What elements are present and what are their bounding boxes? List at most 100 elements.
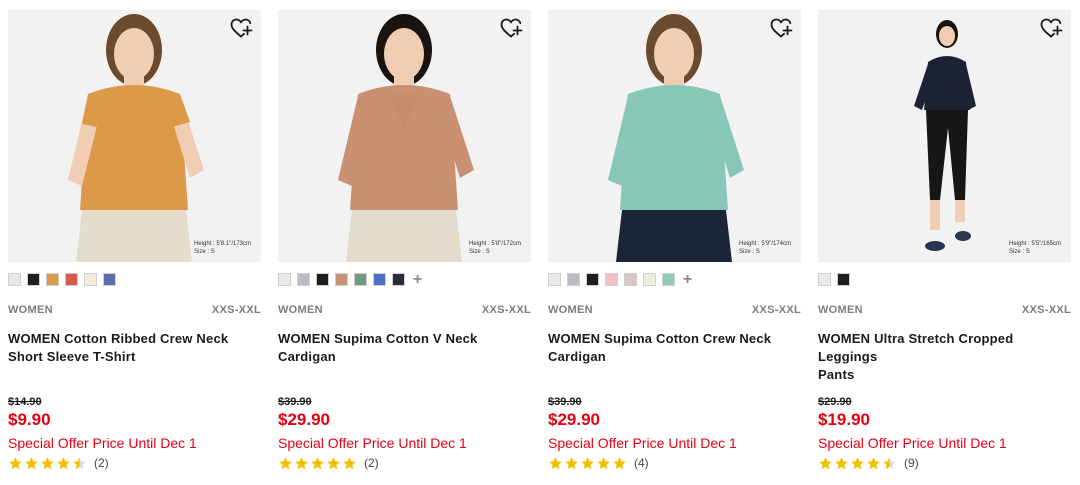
promo-text: Special Offer Price Until Dec 1 (278, 435, 467, 451)
heart-plus-icon (770, 18, 793, 38)
sale-price: $29.90 (548, 410, 600, 429)
star-icon (819, 456, 832, 469)
product-title-line2[interactable]: Cardigan (278, 348, 531, 366)
color-swatch[interactable] (46, 272, 59, 286)
favorite-button[interactable] (229, 16, 253, 40)
product-card-4[interactable]: Height : 5'5"/165cm Size : S WOMEN XXS-X… (818, 10, 1071, 480)
heart-plus-icon (230, 18, 253, 38)
color-swatch[interactable] (278, 272, 291, 286)
product-image[interactable]: Height : 5'5"/165cm Size : S (818, 10, 1071, 262)
color-swatch[interactable] (373, 272, 386, 286)
color-swatch[interactable] (837, 272, 850, 286)
star-icon (25, 456, 38, 469)
star-icon (867, 456, 880, 469)
rating-stars (548, 456, 628, 471)
product-grid: Height : 5'8.1"/173cm Size : S WOMEN XXS… (8, 10, 1072, 480)
product-title-line1[interactable]: WOMEN Supima Cotton Crew Neck (548, 330, 801, 348)
review-count[interactable]: (2) (94, 456, 109, 470)
star-icon (279, 456, 292, 469)
product-title[interactable]: WOMEN Cotton Ribbed Crew Neck Short Slee… (8, 330, 261, 366)
favorite-button[interactable] (1039, 16, 1063, 40)
product-title-line1[interactable]: WOMEN Cotton Ribbed Crew Neck (8, 330, 261, 348)
model-height: Height : 5'8"/172cm (469, 241, 521, 247)
product-card-1[interactable]: Height : 5'8.1"/173cm Size : S WOMEN XXS… (8, 10, 261, 480)
product-title[interactable]: WOMEN Ultra Stretch Cropped Leggings Pan… (818, 330, 1071, 384)
review-count[interactable]: (2) (364, 456, 379, 470)
sale-price: $29.90 (278, 410, 330, 429)
model-height: Height : 5'8.1"/173cm (194, 241, 251, 247)
color-swatch[interactable] (297, 272, 310, 286)
review-count[interactable]: (4) (634, 456, 649, 470)
color-swatch[interactable] (65, 272, 78, 286)
product-title-line2[interactable]: Short Sleeve T-Shirt (8, 348, 261, 366)
color-swatch[interactable] (8, 272, 21, 286)
star-icon (57, 456, 70, 469)
product-title[interactable]: WOMEN Supima Cotton Crew Neck Cardigan (548, 330, 801, 366)
model-info: Height : 5'5"/165cm Size : S (1009, 240, 1061, 256)
original-price: $39.90 (278, 396, 312, 408)
size-range: XXS-XXL (1021, 304, 1071, 316)
favorite-button[interactable] (769, 16, 793, 40)
rating[interactable]: (4) (548, 455, 649, 471)
star-icon (343, 456, 356, 469)
model-info: Height : 5'9"/174cm Size : S (739, 240, 791, 256)
star-icon (549, 456, 562, 469)
model-info: Height : 5'8.1"/173cm Size : S (194, 240, 251, 256)
color-swatches (818, 272, 856, 286)
product-title-line1[interactable]: WOMEN Supima Cotton V Neck (278, 330, 531, 348)
star-icon (327, 456, 340, 469)
star-icon (597, 456, 610, 469)
product-title[interactable]: WOMEN Supima Cotton V Neck Cardigan (278, 330, 531, 366)
star-icon (613, 456, 626, 469)
color-swatch[interactable] (605, 272, 618, 286)
color-swatch[interactable] (567, 272, 580, 286)
color-swatches: + (278, 271, 424, 287)
color-swatch[interactable] (624, 272, 637, 286)
product-title-line2[interactable]: Pants (818, 366, 1071, 384)
color-swatch[interactable] (662, 272, 675, 286)
color-swatch[interactable] (548, 272, 561, 286)
size-range: XXS-XXL (751, 304, 801, 316)
rating-stars (8, 456, 88, 471)
model-height: Height : 5'5"/165cm (1009, 241, 1061, 247)
rating[interactable]: (2) (8, 455, 109, 471)
product-meta: WOMEN XXS-XXL (818, 304, 1071, 318)
plus-icon[interactable]: + (411, 271, 424, 287)
model-figure (914, 20, 976, 251)
color-swatch[interactable] (335, 272, 348, 286)
star-icon (581, 456, 594, 469)
product-meta: WOMEN XXS-XXL (8, 304, 261, 318)
sale-price: $19.90 (818, 410, 870, 429)
star-icon (295, 456, 308, 469)
gender-label: WOMEN (278, 304, 323, 316)
model-height: Height : 5'9"/174cm (739, 241, 791, 247)
review-count[interactable]: (9) (904, 456, 919, 470)
color-swatch[interactable] (818, 272, 831, 286)
product-image[interactable]: Height : 5'8"/172cm Size : S (278, 10, 531, 262)
color-swatch[interactable] (84, 272, 97, 286)
rating[interactable]: (2) (278, 455, 379, 471)
product-image[interactable]: Height : 5'8.1"/173cm Size : S (8, 10, 261, 262)
gender-label: WOMEN (818, 304, 863, 316)
gender-label: WOMEN (8, 304, 53, 316)
promo-text: Special Offer Price Until Dec 1 (8, 435, 197, 451)
rating[interactable]: (9) (818, 455, 919, 471)
promo-text: Special Offer Price Until Dec 1 (548, 435, 737, 451)
color-swatch[interactable] (392, 272, 405, 286)
product-card-2[interactable]: Height : 5'8"/172cm Size : S + WOMEN XXS… (278, 10, 531, 480)
color-swatch[interactable] (354, 272, 367, 286)
model-size: Size : S (1009, 249, 1030, 255)
plus-icon[interactable]: + (681, 271, 694, 287)
heart-plus-icon (1040, 18, 1063, 38)
favorite-button[interactable] (499, 16, 523, 40)
color-swatch[interactable] (643, 272, 656, 286)
color-swatch[interactable] (27, 272, 40, 286)
color-swatch[interactable] (103, 272, 116, 286)
product-card-3[interactable]: Height : 5'9"/174cm Size : S + WOMEN XXS… (548, 10, 801, 480)
product-image[interactable]: Height : 5'9"/174cm Size : S (548, 10, 801, 262)
product-title-line1[interactable]: WOMEN Ultra Stretch Cropped Leggings (818, 330, 1071, 366)
product-title-line2[interactable]: Cardigan (548, 348, 801, 366)
star-icon (73, 456, 86, 469)
color-swatch[interactable] (316, 272, 329, 286)
color-swatch[interactable] (586, 272, 599, 286)
